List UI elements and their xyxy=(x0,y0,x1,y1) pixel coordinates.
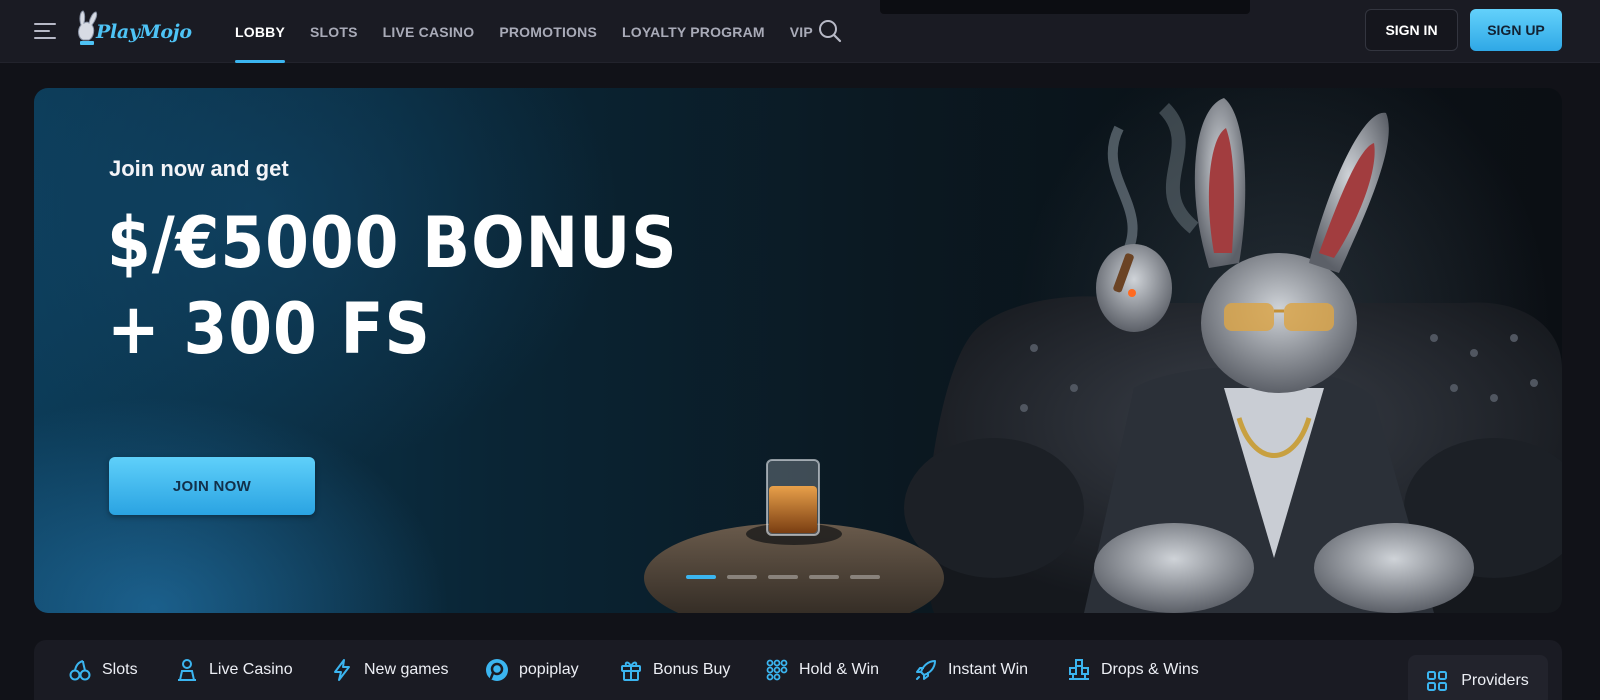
logo-text: PlayMojo xyxy=(96,21,192,43)
nav-loyalty-program[interactable]: LOYALTY PROGRAM xyxy=(622,0,765,63)
category-label: popiplay xyxy=(519,661,579,678)
carousel-dot-1[interactable] xyxy=(686,575,716,579)
main-nav: LOBBY SLOTS LIVE CASINO PROMOTIONS LOYAL… xyxy=(235,0,838,63)
hero-banner[interactable]: Join now and get $/€5000 BONUS + 300 FS … xyxy=(34,88,1562,613)
carousel-dot-4[interactable] xyxy=(809,575,839,579)
category-slots[interactable]: Slots xyxy=(68,655,138,685)
category-label: Instant Win xyxy=(948,661,1029,678)
category-label: Slots xyxy=(102,661,138,678)
category-label: Live Casino xyxy=(209,661,293,678)
search-icon[interactable] xyxy=(817,18,843,44)
site-logo[interactable]: PlayMojo xyxy=(74,10,198,50)
category-new-games[interactable]: New games xyxy=(330,655,448,685)
blocks-icon xyxy=(1069,659,1089,680)
nav-lobby[interactable]: LOBBY xyxy=(235,0,285,63)
join-now-button[interactable]: JOIN NOW xyxy=(109,457,315,515)
category-label: New games xyxy=(364,661,449,678)
nav-promotions[interactable]: PROMOTIONS xyxy=(499,0,597,63)
grid-dots-icon xyxy=(766,659,788,681)
nav-slots[interactable]: SLOTS xyxy=(310,0,358,63)
hero-title: $/€5000 BONUS + 300 FS xyxy=(107,200,677,372)
cherries-icon xyxy=(69,660,91,681)
category-label: Hold & Win xyxy=(799,661,880,678)
sign-in-button[interactable]: SIGN IN xyxy=(1365,9,1458,51)
nav-live-casino[interactable]: LIVE CASINO xyxy=(383,0,475,63)
category-drops-and-wins[interactable]: Drops & Wins xyxy=(1067,655,1199,685)
lightning-icon xyxy=(334,659,350,681)
category-bar: Slots Live Casino New games popiplay Bon… xyxy=(34,640,1562,700)
gift-icon xyxy=(621,661,641,681)
category-popiplay[interactable]: popiplay xyxy=(485,655,579,685)
category-live-casino[interactable]: Live Casino xyxy=(175,655,293,685)
providers-label: Providers xyxy=(1461,672,1529,689)
carousel-dot-3[interactable] xyxy=(768,575,798,579)
category-label: Drops & Wins xyxy=(1101,661,1199,678)
header-top-strip xyxy=(880,0,1250,14)
carousel-indicators xyxy=(686,575,880,579)
carousel-dot-2[interactable] xyxy=(727,575,757,579)
hero-title-line-2: + 300 FS xyxy=(107,288,431,370)
category-bonus-buy[interactable]: Bonus Buy xyxy=(619,655,730,685)
category-instant-win[interactable]: Instant Win xyxy=(914,655,1028,685)
category-label: Bonus Buy xyxy=(653,661,731,678)
hero-subtitle: Join now and get xyxy=(109,156,289,181)
sign-up-button[interactable]: SIGN UP xyxy=(1470,9,1562,51)
nav-vip[interactable]: VIP xyxy=(790,0,813,63)
carousel-dot-5[interactable] xyxy=(850,575,880,579)
hero-title-line-1: $/€5000 BONUS xyxy=(107,202,678,284)
top-header: PlayMojo LOBBY SLOTS LIVE CASINO PROMOTI… xyxy=(0,0,1600,63)
hamburger-menu-icon[interactable] xyxy=(34,20,58,42)
category-hold-and-win[interactable]: Hold & Win xyxy=(765,655,879,685)
popiplay-logo-icon xyxy=(486,659,508,681)
grid-icon xyxy=(1427,671,1448,691)
dealer-icon xyxy=(178,659,196,681)
rocket-icon xyxy=(916,660,936,680)
providers-button[interactable]: Providers xyxy=(1408,655,1548,700)
